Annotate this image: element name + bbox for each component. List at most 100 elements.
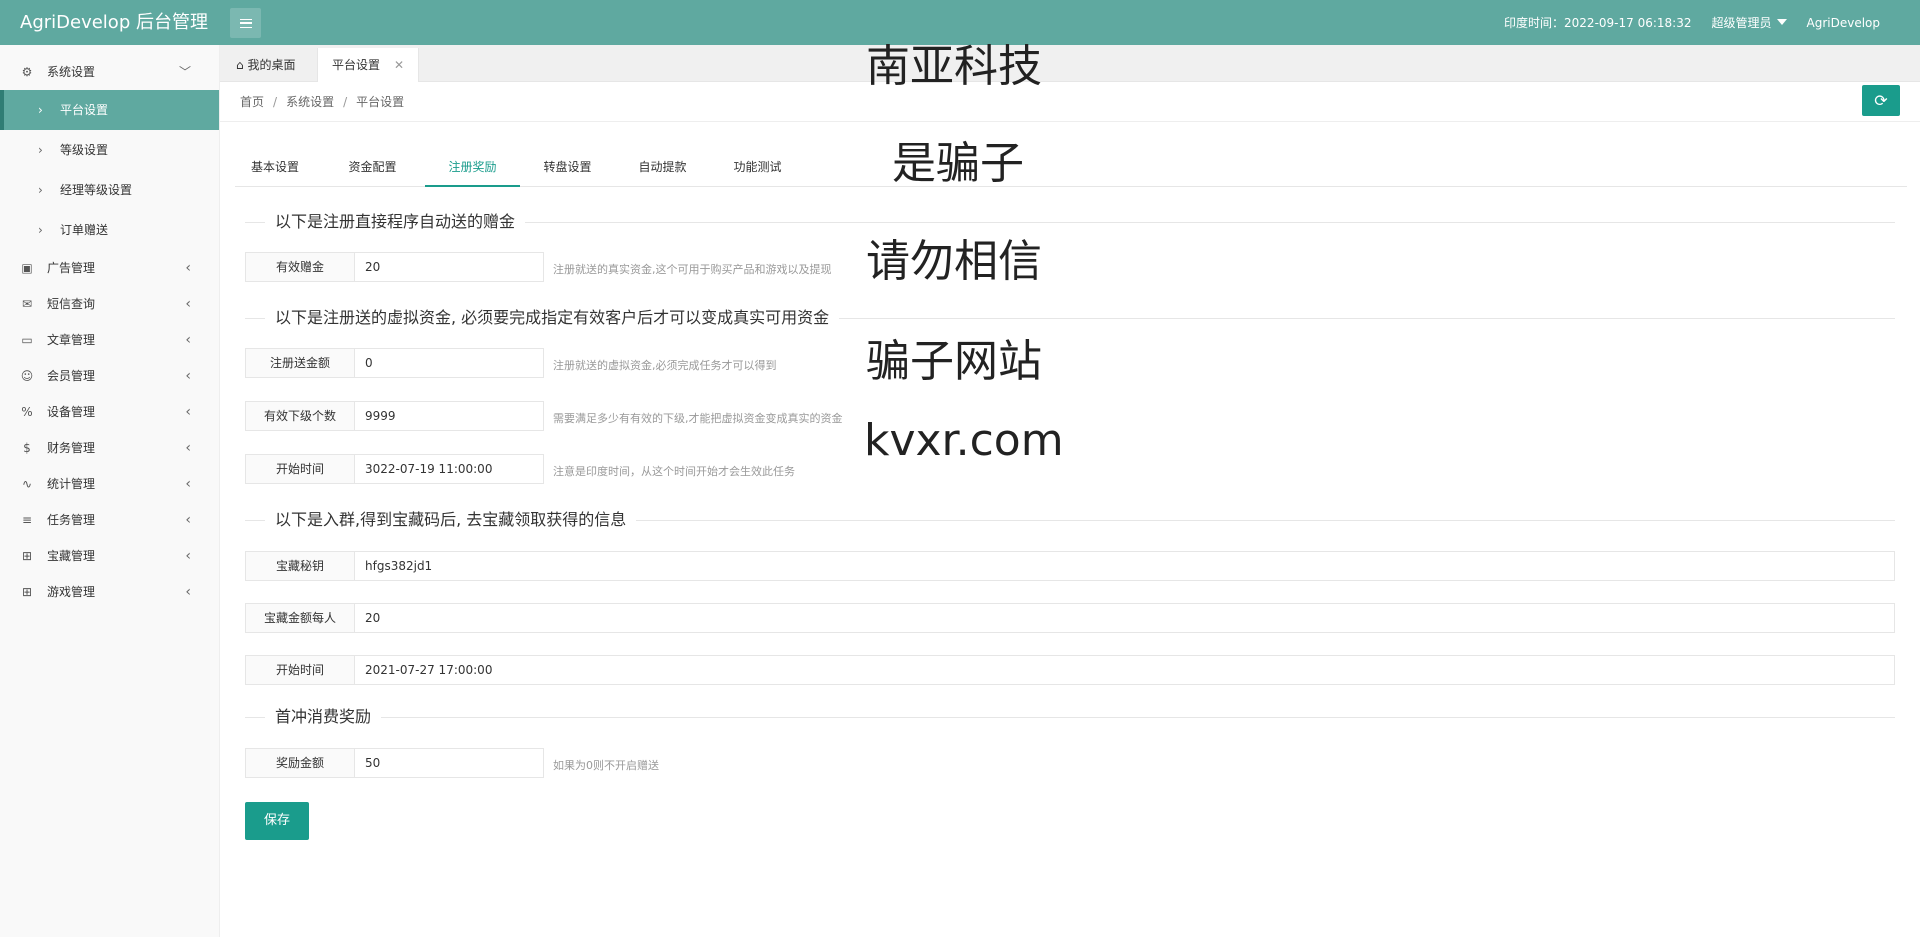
- field-label: 注册送金额: [245, 348, 355, 378]
- sidebar-item-articles[interactable]: ▭ 文章管理 ‹: [0, 322, 219, 358]
- tab-function-test[interactable]: 功能测试: [715, 147, 800, 187]
- treasure-start-input[interactable]: 2021-07-27 17:00:00: [354, 655, 1895, 685]
- sidebar-subitem-level-settings[interactable]: › 等级设置: [0, 130, 219, 170]
- dollar-icon: $: [23, 441, 31, 455]
- breadcrumb-home[interactable]: 首页: [240, 95, 264, 109]
- section-legend-first-recharge: 首冲消费奖励: [245, 705, 1895, 729]
- tab-auto-withdraw[interactable]: 自动提款: [620, 147, 705, 187]
- chevron-right-icon: ›: [38, 143, 43, 157]
- sidebar-item-label: 统计管理: [47, 477, 96, 491]
- chevron-left-icon: ‹: [185, 512, 191, 528]
- field-label: 开始时间: [245, 454, 355, 484]
- sidebar-item-members[interactable]: ☺ 会员管理 ‹: [0, 358, 219, 394]
- chevron-left-icon: ‹: [185, 476, 191, 492]
- home-icon: ⌂: [236, 58, 244, 72]
- sidebar-item-sms[interactable]: ✉ 短信查询 ‹: [0, 286, 219, 322]
- sliders-icon: ≡: [21, 513, 33, 527]
- close-icon[interactable]: ✕: [394, 58, 404, 72]
- field-label: 有效下级个数: [245, 401, 355, 431]
- sidebar-item-label: 宝藏管理: [47, 549, 96, 563]
- chevron-left-icon: ‹: [185, 332, 191, 348]
- field-label: 有效赠金: [245, 252, 355, 282]
- settings-tabs: 基本设置 资金配置 注册奖励 转盘设置 自动提款 功能测试: [235, 147, 1907, 187]
- sidebar-subitem-label: 平台设置: [60, 103, 109, 117]
- tab-register-reward[interactable]: 注册奖励: [425, 147, 520, 187]
- start-time-input[interactable]: 3022-07-19 11:00:00: [354, 454, 544, 484]
- field-hint: 如果为0则不开启赠送: [553, 759, 659, 772]
- treasure-amount-input[interactable]: 20: [354, 603, 1895, 633]
- overlay-text-line-5: kvxr.com: [864, 415, 1064, 466]
- tab-label: 我的桌面: [247, 58, 296, 72]
- chevron-left-icon: ‹: [185, 440, 191, 456]
- sidebar-item-label: 财务管理: [47, 441, 96, 455]
- sidebar-item-statistics[interactable]: ∿ 统计管理 ‹: [0, 466, 219, 502]
- sidebar-item-games[interactable]: ⊞ 游戏管理 ‹: [0, 574, 219, 610]
- sidebar-item-treasure[interactable]: ⊞ 宝藏管理 ‹: [0, 538, 219, 574]
- field-hint: 注意是印度时间，从这个时间开始才会生效此任务: [553, 465, 795, 478]
- menu-toggle-button[interactable]: [230, 8, 261, 38]
- field-label: 宝藏金额每人: [245, 603, 355, 633]
- refresh-icon: ⟳: [1874, 91, 1888, 110]
- tab-platform-settings[interactable]: 平台设置 ✕: [317, 48, 420, 82]
- image-icon: ▣: [21, 261, 33, 275]
- sidebar-item-label: 广告管理: [47, 261, 96, 275]
- sidebar-item-ads[interactable]: ▣ 广告管理 ‹: [0, 250, 219, 286]
- page-tab-bar: ⌂ 我的桌面 平台设置 ✕: [220, 45, 1920, 82]
- breadcrumb-current: 平台设置: [356, 95, 405, 109]
- role-label: 超级管理员: [1711, 16, 1772, 30]
- breadcrumb: 首页 / 系统设置 / 平台设置: [240, 82, 404, 122]
- field-label: 宝藏秘钥: [245, 551, 355, 581]
- sidebar-item-system-settings[interactable]: ⚙ 系统设置 ﹀: [0, 54, 219, 90]
- tab-wheel-settings[interactable]: 转盘设置: [525, 147, 610, 187]
- chevron-left-icon: ‹: [185, 584, 191, 600]
- sidebar-item-tasks[interactable]: ≡ 任务管理 ‹: [0, 502, 219, 538]
- field-hint: 注册就送的真实资金,这个可用于购买产品和游戏以及提现: [553, 263, 832, 276]
- sidebar-subitem-manager-level[interactable]: › 经理等级设置: [0, 170, 219, 210]
- section-title: 首冲消费奖励: [265, 705, 382, 729]
- tab-basic-settings[interactable]: 基本设置: [235, 147, 315, 187]
- divider: [245, 717, 1895, 718]
- treasure-key-input[interactable]: hfgs382jd1: [354, 551, 1895, 581]
- sidebar-subitem-label: 经理等级设置: [60, 183, 133, 197]
- section-title: 以下是注册送的虚拟资金, 必须要完成指定有效客户后才可以变成真实可用资金: [265, 306, 840, 330]
- sidebar-item-finance[interactable]: $ 财务管理 ‹: [0, 430, 219, 466]
- refresh-button[interactable]: ⟳: [1862, 85, 1900, 116]
- mail-icon: ✉: [21, 297, 33, 311]
- reg-amount-input[interactable]: 0: [354, 348, 544, 378]
- sub-count-input[interactable]: 9999: [354, 401, 544, 431]
- save-button[interactable]: 保存: [245, 802, 309, 840]
- field-hint: 需要满足多少有有效的下级,才能把虚拟资金变成真实的资金: [553, 412, 843, 425]
- breadcrumb-bar: 首页 / 系统设置 / 平台设置 ⟳: [220, 82, 1920, 122]
- chevron-right-icon: ›: [38, 223, 43, 237]
- bonus-input[interactable]: 20: [354, 252, 544, 282]
- username-link[interactable]: AgriDevelop: [1807, 16, 1881, 30]
- sidebar-item-label: 设备管理: [47, 405, 96, 419]
- sidebar-subitem-platform-settings[interactable]: › 平台设置: [0, 90, 219, 130]
- sidebar: ⚙ 系统设置 ﹀ › 平台设置 › 等级设置 › 经理等级设置 › 订单赠送 ▣…: [0, 45, 220, 937]
- reward-amount-input[interactable]: 50: [354, 748, 544, 778]
- gift-icon: ⊞: [21, 585, 33, 599]
- overlay-text-line-4: 骗子网站: [866, 336, 1042, 387]
- hamburger-icon: [239, 18, 252, 28]
- sidebar-subitem-order-gift[interactable]: › 订单赠送: [0, 210, 219, 250]
- user-icon: ☺: [20, 369, 34, 383]
- chevron-left-icon: ‹: [185, 404, 191, 420]
- sidebar-subitem-label: 等级设置: [60, 143, 109, 157]
- field-hint: 注册就送的虚拟资金,必须完成任务才可以得到: [553, 359, 777, 372]
- tab-fund-config[interactable]: 资金配置: [330, 147, 415, 187]
- field-label: 奖励金额: [245, 748, 355, 778]
- sidebar-subitem-label: 订单赠送: [60, 223, 109, 237]
- sidebar-item-devices[interactable]: % 设备管理 ‹: [0, 394, 219, 430]
- breadcrumb-system-settings[interactable]: 系统设置: [286, 95, 334, 109]
- gift-icon: ⊞: [21, 549, 33, 563]
- section-legend-registration-bonus: 以下是注册直接程序自动送的赠金: [245, 210, 1895, 234]
- chevron-left-icon: ‹: [185, 368, 191, 384]
- tab-my-desktop[interactable]: ⌂ 我的桌面: [222, 48, 309, 82]
- main-content: 基本设置 资金配置 注册奖励 转盘设置 自动提款 功能测试 以下是注册直接程序自…: [220, 122, 1920, 937]
- chevron-right-icon: ›: [38, 183, 43, 197]
- role-dropdown[interactable]: 超级管理员: [1711, 14, 1787, 31]
- chevron-right-icon: ›: [38, 103, 43, 117]
- overlay-text-line-3: 请勿相信: [866, 236, 1042, 287]
- gear-icon: ⚙: [21, 65, 33, 79]
- breadcrumb-separator: /: [343, 95, 348, 109]
